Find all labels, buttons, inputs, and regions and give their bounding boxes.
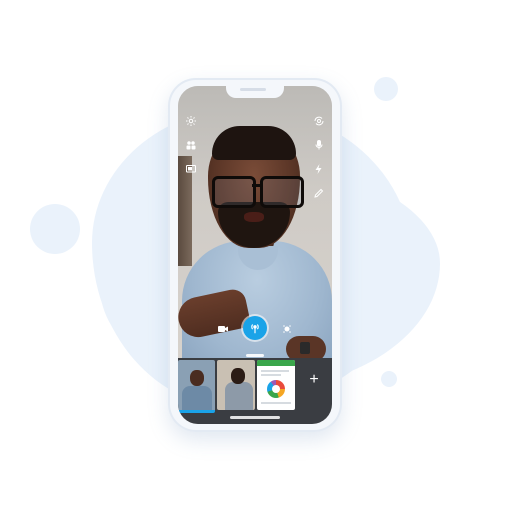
document-donut-chart bbox=[267, 380, 285, 398]
thumbnail-document[interactable] bbox=[257, 360, 295, 410]
add-source-button[interactable]: + bbox=[304, 370, 324, 390]
filmstrip-drag-handle[interactable] bbox=[246, 354, 264, 357]
illustration-stage: + bbox=[0, 0, 511, 511]
thumbnail-video-2[interactable] bbox=[217, 360, 255, 410]
thumbnail-video-1[interactable] bbox=[178, 360, 215, 413]
speaker-grille bbox=[240, 88, 266, 91]
background-dot bbox=[30, 204, 80, 254]
speaker-glasses bbox=[208, 176, 304, 208]
participants-icon[interactable] bbox=[184, 138, 198, 152]
phone-screen: + bbox=[178, 86, 332, 424]
video-camera-icon[interactable] bbox=[216, 322, 230, 336]
broadcast-button[interactable] bbox=[243, 316, 267, 340]
switch-camera-icon[interactable] bbox=[312, 114, 326, 128]
thumbnail-person-body bbox=[182, 386, 212, 410]
document-line bbox=[261, 402, 291, 404]
thumbnail-person-head bbox=[231, 368, 245, 384]
background-dot bbox=[381, 371, 397, 387]
speaker-hair bbox=[212, 126, 296, 160]
home-indicator[interactable] bbox=[230, 416, 280, 419]
speaker-watch bbox=[300, 342, 310, 354]
phone-frame: + bbox=[168, 78, 342, 432]
gear-icon[interactable] bbox=[184, 114, 198, 128]
flashlight-icon[interactable] bbox=[312, 162, 326, 176]
screen-share-icon[interactable] bbox=[184, 162, 198, 176]
filmstrip: + bbox=[178, 358, 332, 424]
document-header bbox=[257, 360, 295, 366]
document-line bbox=[261, 370, 289, 372]
speaker-mouth bbox=[244, 212, 264, 222]
thumbnail-person-head bbox=[190, 370, 204, 386]
glasses-lens bbox=[212, 176, 256, 208]
pen-tool-icon[interactable] bbox=[312, 186, 326, 200]
glasses-lens bbox=[260, 176, 304, 208]
document-line bbox=[261, 374, 281, 376]
microphone-icon[interactable] bbox=[312, 138, 326, 152]
broadcast-icon bbox=[251, 324, 259, 334]
thumbnail-person-body bbox=[225, 382, 253, 410]
effects-icon[interactable] bbox=[280, 322, 294, 336]
background-dot bbox=[374, 77, 398, 101]
